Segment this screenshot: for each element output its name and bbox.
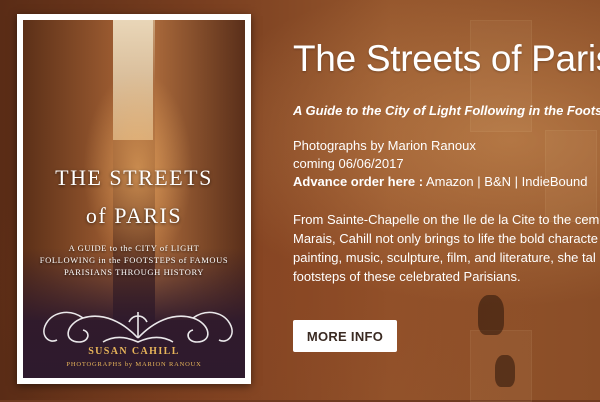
cover-author: SUSAN CAHILL — [88, 346, 180, 357]
book-details: The Streets of Paris A Guide to the City… — [293, 0, 600, 400]
bn-link[interactable]: B&N — [484, 174, 511, 189]
more-info-button[interactable]: MORE INFO — [293, 320, 397, 352]
link-separator: | — [514, 174, 519, 189]
cover-subtitle-line1: A GUIDE to the CITY of LIGHT — [68, 243, 200, 253]
link-separator: | — [477, 174, 481, 189]
amazon-link[interactable]: Amazon — [426, 174, 474, 189]
page-title: The Streets of Paris — [293, 38, 600, 79]
book-subtitle: A Guide to the City of Light Following i… — [293, 103, 600, 118]
book-cover-art: THE STREETS of PARIS A GUIDE to the CITY… — [23, 20, 245, 378]
book-meta: Photographs by Marion Ranoux coming 06/0… — [293, 137, 587, 191]
photographs-credit: Photographs by Marion Ranoux — [293, 138, 476, 153]
cover-title-line2: of PARIS — [85, 203, 183, 228]
advance-order-label: Advance order here : — [293, 174, 424, 189]
ornament-scroll-icon — [43, 311, 233, 343]
description-line: painting, music, sculpture, film, and li… — [293, 250, 596, 265]
description-line: footsteps of these celebrated Parisians. — [293, 269, 521, 284]
cover-title-line1: THE STREETS — [55, 165, 213, 190]
indiebound-link[interactable]: IndieBound — [522, 174, 588, 189]
book-cover[interactable]: THE STREETS of PARIS A GUIDE to the CITY… — [17, 14, 251, 384]
cover-photographer: PHOTOGRAPHS by MARION RANOUX — [66, 361, 202, 368]
description-line: Marais, Cahill not only brings to life t… — [293, 231, 598, 246]
description-line: From Sainte-Chapelle on the Ile de la Ci… — [293, 212, 600, 227]
book-description: From Sainte-Chapelle on the Ile de la Ci… — [293, 210, 600, 286]
cover-subtitle: A GUIDE to the CITY of LIGHT FOLLOWING i… — [31, 242, 237, 278]
release-date: coming 06/06/2017 — [293, 156, 404, 171]
cover-subtitle-line2: FOLLOWING in the FOOTSTEPS of FAMOUS — [39, 255, 229, 265]
advance-order-row: Advance order here : Amazon | B&N | Indi… — [293, 173, 587, 191]
cover-subtitle-line3: PARISIANS THROUGH HISTORY — [63, 267, 204, 277]
